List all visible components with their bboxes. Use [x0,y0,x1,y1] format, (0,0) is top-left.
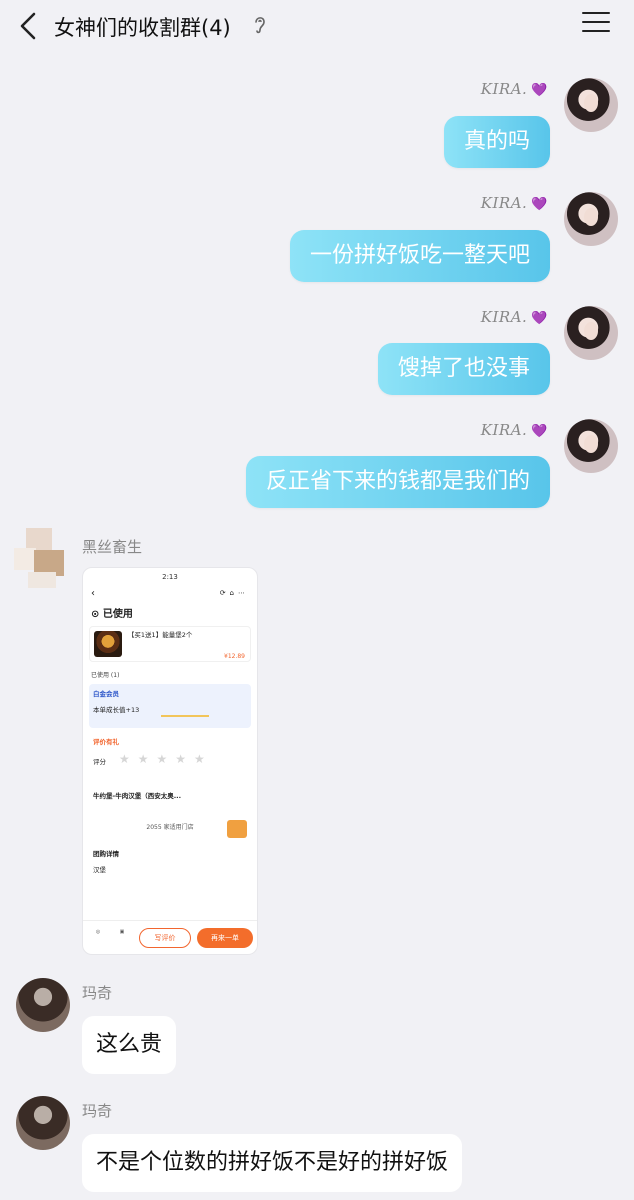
sender-name: KIRA. 💜 [480,80,548,98]
review-card: 评价有礼 评分 ★★★★★ [89,732,251,782]
sender-name: KIRA. 💜 [480,308,548,326]
vip-title: 白金会员 [93,690,119,698]
rating-stars: ★★★★★ [119,752,213,766]
heart-icon: 💜 [531,311,548,326]
sender-name: KIRA. 💜 [480,421,548,439]
detail-title: 团购详情 [93,850,119,858]
avatar[interactable] [564,78,618,132]
used-count-row: 已使用 (1) [91,672,120,679]
sender-name: 玛奇 [82,984,113,1002]
write-review-button: 写评价 [139,928,191,948]
back-icon[interactable] [14,10,44,42]
avatar[interactable] [16,1096,70,1150]
avatar[interactable] [564,306,618,360]
vip-progress [161,715,209,717]
message-bubble[interactable]: 不是个位数的拼好饭不是好的拼好饭 [82,1134,463,1192]
order-again-button: 再来一单 [197,928,253,948]
sender-name: 黑丝畜生 [82,538,143,556]
store-count: 2055 家适用门店 [146,824,194,831]
ear-icon [252,14,268,36]
store-logo [227,820,247,838]
heart-icon: 💜 [531,83,548,98]
message-bubble[interactable]: 反正省下来的钱都是我们的 [245,456,550,508]
screenshot-bottom-bar: ◎ ▣ 写评价 再来一单 [83,920,257,954]
avatar[interactable] [564,192,618,246]
menu-icon[interactable] [582,12,610,38]
heart-icon: 💜 [531,424,548,439]
store-name: 牛约堡-牛肉汉堡（西安太奥... [93,792,182,800]
detail-item: 汉堡 [93,866,106,874]
detail-section: 团购详情 汉堡 [83,844,257,878]
avatar[interactable] [16,978,70,1032]
sender-name: 玛奇 [82,1102,113,1120]
screenshot-nav: ‹ ⟳⌂⋯ [83,586,257,602]
burger-image [94,631,122,657]
avatar[interactable] [8,522,74,592]
avatar[interactable] [564,419,618,473]
product-price: ¥12.89 [224,653,245,660]
message-bubble[interactable]: 一份拼好饭吃一整天吧 [289,230,550,282]
store-card: 牛约堡-牛肉汉堡（西安太奥... 2055 家适用门店 [89,786,251,842]
review-title: 评价有礼 [93,738,119,746]
sender-name: KIRA. 💜 [480,194,548,212]
shared-screenshot[interactable]: 2:13 ‹ ⟳⌂⋯ ⊙ 已使用 【买1送1】能量堡2个 ¥12.89 已使用 … [82,567,258,955]
edit-icon: ▣ [119,929,125,935]
vip-growth: 本单成长值+13 [93,706,140,714]
product-title: 【买1送1】能量堡2个 [127,631,193,639]
message-bubble[interactable]: 真的吗 [443,116,550,168]
back-icon: ‹ [91,588,95,599]
more-icon: ⟳⌂⋯ [219,589,249,597]
status-bar: 2:13 [162,573,178,581]
chat-icon: ◎ [95,929,101,935]
chat-title: 女神们的收割群(4) [54,16,231,40]
message-bubble[interactable]: 这么贵 [82,1016,177,1074]
message-bubble[interactable]: 馊掉了也没事 [377,343,550,395]
vip-card: 白金会员 本单成长值+13 [89,684,251,728]
product-card: 【买1送1】能量堡2个 ¥12.89 [89,626,251,662]
heart-icon: 💜 [531,197,548,212]
title-bar: 女神们的收割群(4) [0,0,634,54]
used-heading: ⊙ 已使用 [91,609,133,620]
